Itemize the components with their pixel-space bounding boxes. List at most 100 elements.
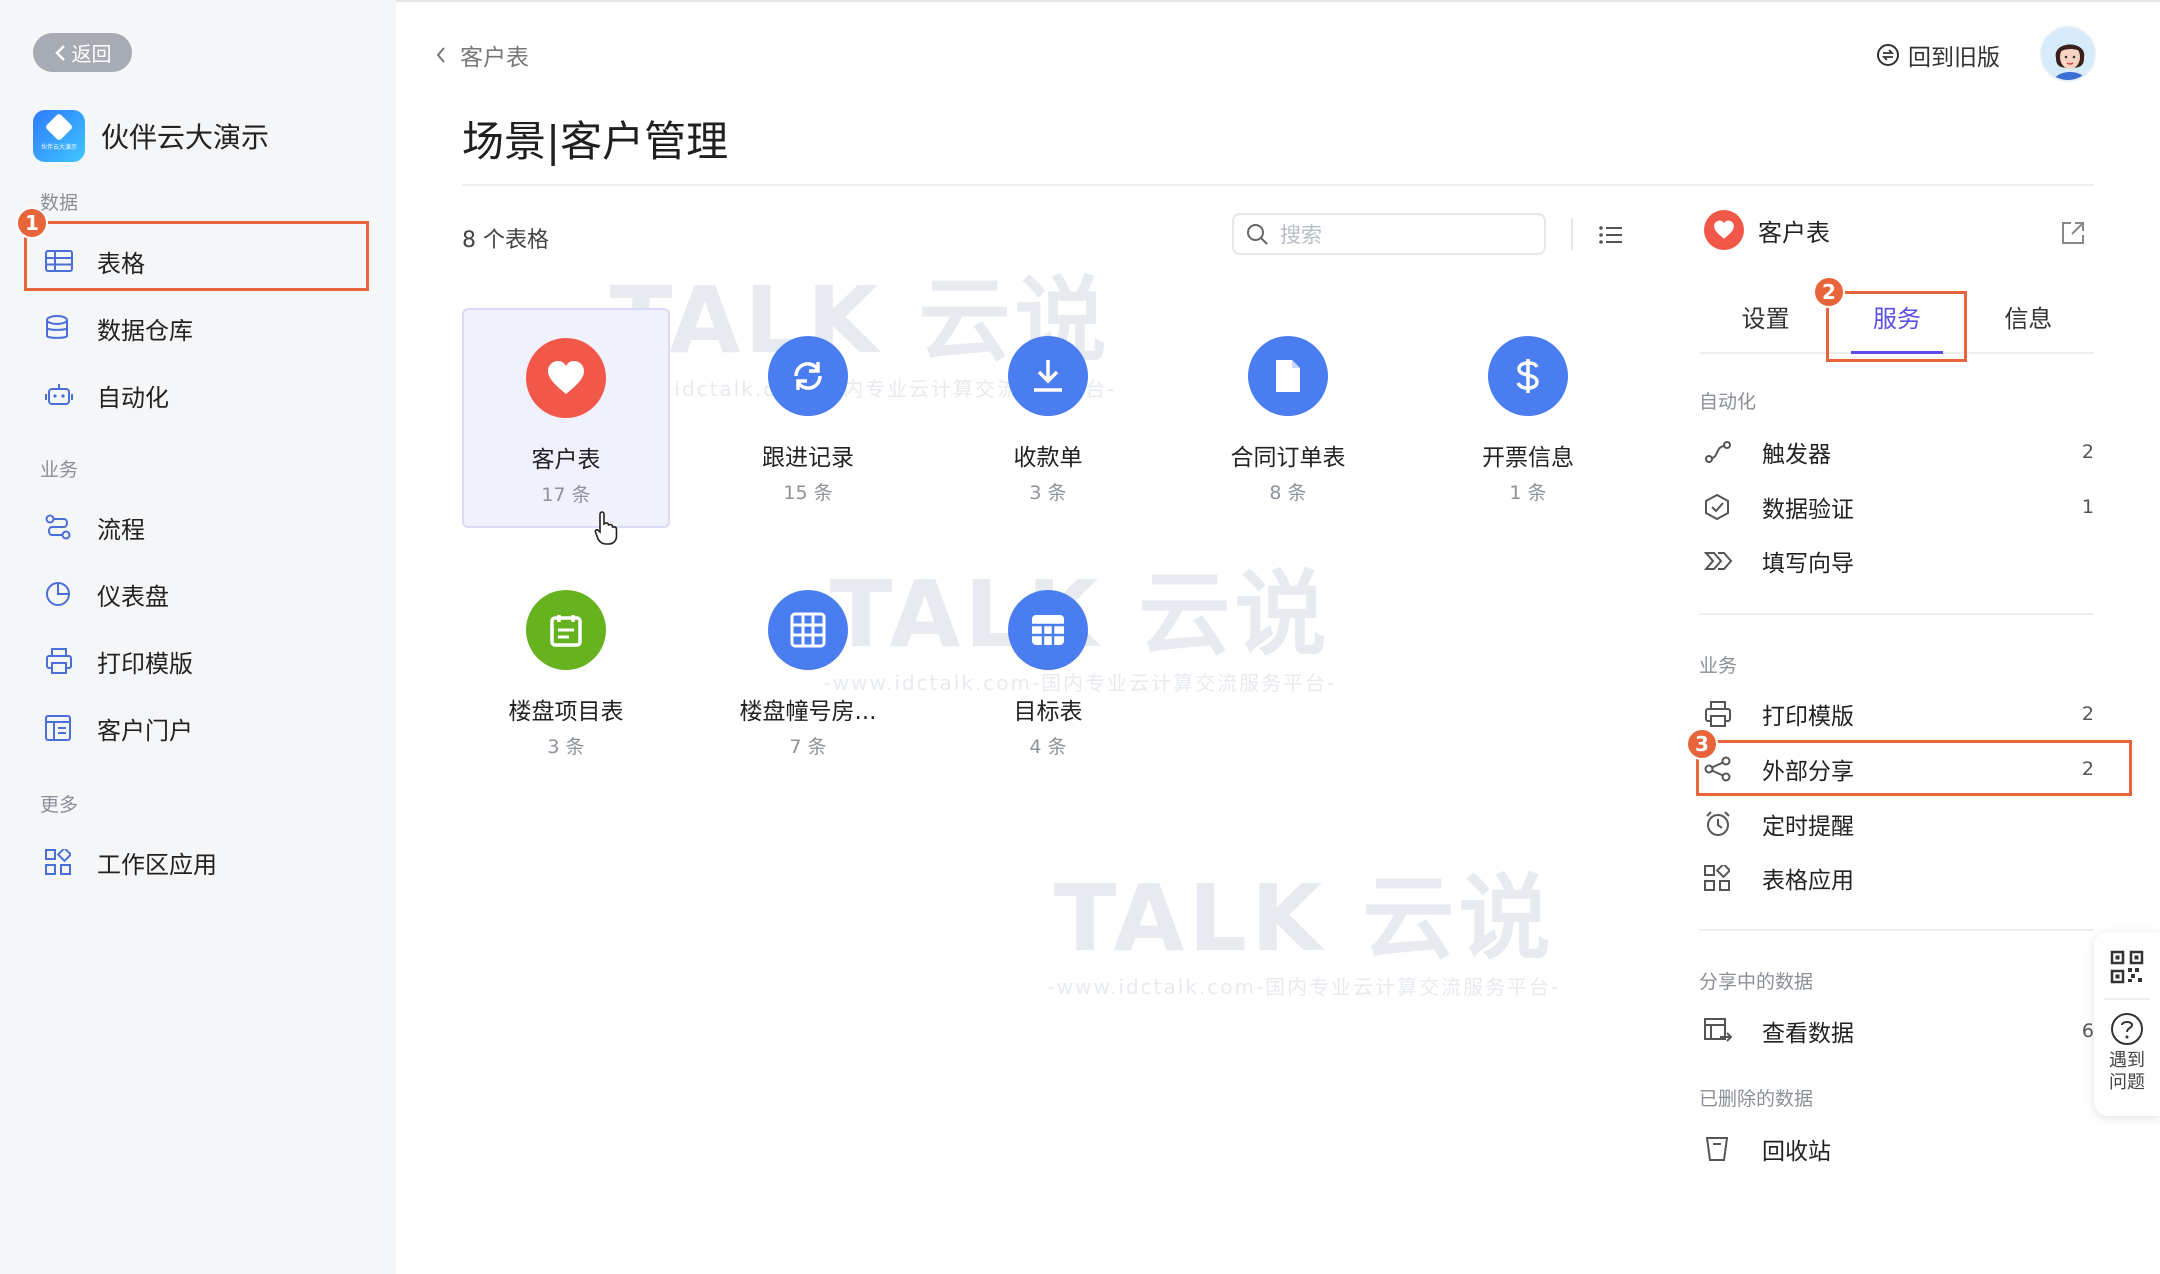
table-card-targets[interactable]: 目标表 4 条 [944,562,1152,782]
download-icon [1034,360,1062,392]
step-badge-3: 3 [1686,728,1718,760]
app-name: 伙伴云大演示 [101,121,270,154]
avatar-illustration [2042,28,2094,80]
sidebar-item-process[interactable]: 流程 [33,498,363,556]
search-input[interactable]: 搜索 [1232,213,1546,255]
sidebar-item-customer-portal[interactable]: 客户门户 [33,699,363,757]
flow-icon [33,498,85,556]
panel-item-count: 1 [2081,496,2094,518]
group-label-data: 数据 [40,192,79,214]
data-view-icon [1704,1018,1746,1044]
old-version-label: 回到旧版 [1908,45,2000,71]
card-count: 8 条 [1269,482,1307,504]
table-card-contracts[interactable]: 合同订单表 8 条 [1184,308,1392,528]
sidebar-item-dashboard[interactable]: 仪表盘 [33,565,363,623]
portal-icon [33,699,85,757]
panel-item-label: 回收站 [1762,1139,1831,1165]
panel-item-wizard[interactable]: 填写向导 [1704,539,2094,583]
chevron-left-icon [436,47,445,63]
card-icon-circle [768,590,848,670]
sidebar-item-label: 客户门户 [97,716,193,745]
sync-icon [794,362,822,390]
table-card-projects[interactable]: 楼盘项目表 3 条 [462,562,670,782]
sidebar-item-automation[interactable]: 自动化 [33,366,363,424]
card-count: 15 条 [783,482,833,504]
app-header[interactable]: 伙伴云大演示 伙伴云大演示 [33,108,269,164]
table-card-follow-up[interactable]: 跟进记录 15 条 [704,308,912,528]
sidebar-item-workspace-apps[interactable]: 工作区应用 [33,833,363,891]
grid-icon [790,612,826,648]
sidebar-item-label: 数据仓库 [97,316,193,345]
panel-item-label: 填写向导 [1762,551,1854,577]
shield-check-icon [1704,493,1746,521]
panel-item-recycle[interactable]: 回收站 [1704,1127,2094,1171]
list-view-icon[interactable] [1596,220,1626,250]
step-badge-1: 1 [16,207,48,239]
alarm-clock-icon [1704,810,1746,838]
floating-tool-rail: 遇到问题 [2094,932,2160,1116]
panel-item-trigger[interactable]: 触发器 2 [1704,430,2094,474]
qr-code-icon[interactable] [2110,950,2144,984]
sidebar-item-label: 流程 [97,515,145,544]
external-link-icon[interactable] [2060,220,2086,246]
sidebar-item-label: 自动化 [97,383,169,412]
rail-divider [2104,998,2150,1000]
card-count: 1 条 [1509,482,1547,504]
panel-item-reminder[interactable]: 定时提醒 [1704,802,2094,846]
back-label: 返回 [71,42,112,66]
sidebar: 返回 伙伴云大演示 伙伴云大演示 数据 表格 数据仓库 自动化 业务 流程 仪表… [0,0,396,1274]
apps-icon [1704,865,1746,891]
table-card-receipts[interactable]: 收款单 3 条 [944,308,1152,528]
sidebar-item-label: 工作区应用 [97,850,217,879]
heart-icon [1704,210,1744,250]
sidebar-item-print-template[interactable]: 打印模版 [33,632,363,690]
panel-item-count: 2 [2081,441,2094,463]
section-label-automation: 自动化 [1699,391,1757,413]
step-badge-2: 2 [1813,276,1845,308]
help-circle-icon[interactable] [2110,1012,2144,1046]
card-icon-circle [1008,590,1088,670]
sidebar-item-warehouse[interactable]: 数据仓库 [33,299,363,357]
panel-item-label: 表格应用 [1762,868,1854,894]
panel-item-validation[interactable]: 数据验证 1 [1704,485,2094,529]
panel-item-count: 2 [2081,703,2094,725]
search-placeholder: 搜索 [1280,223,1322,247]
sidebar-item-label: 仪表盘 [97,582,169,611]
double-chevron-icon [1704,551,1746,571]
card-count: 4 条 [1029,736,1067,758]
tab-info[interactable]: 信息 [1963,296,2094,352]
highlight-box-external-share [1696,740,2132,796]
panel-item-table-apps[interactable]: 表格应用 [1704,856,2094,900]
card-icon-circle [1248,336,1328,416]
table-card-invoice[interactable]: 开票信息 1 条 [1424,308,1632,528]
chevron-left-icon [54,44,65,61]
watermark: TALK 云说 -www.idctalk.com-国内专业云计算交流服务平台- [1047,865,1561,999]
panel-item-label: 打印模版 [1762,704,1854,730]
panel-item-label: 触发器 [1762,442,1831,468]
card-icon-circle [1008,336,1088,416]
table-card-buildings[interactable]: 楼盘幢号房... 7 条 [704,562,912,782]
card-name: 楼盘项目表 [508,699,624,725]
panel-item-print[interactable]: 打印模版 2 [1704,692,2094,736]
user-avatar[interactable] [2040,26,2096,82]
panel-item-count: 6 [2081,1020,2094,1042]
panel-divider [1699,929,2094,931]
page-title: 场景|客户管理 [462,117,729,166]
trash-bin-icon [1704,1135,1746,1163]
card-count: 17 条 [541,484,591,506]
table-card-customers[interactable]: 客户表 17 条 [462,308,670,528]
card-name: 跟进记录 [762,445,854,471]
tab-settings[interactable]: 设置 [1700,296,1831,352]
panel-title: 客户表 [1758,218,1830,247]
robot-icon [33,366,85,424]
old-version-button[interactable]: 回到旧版 [1876,38,2000,72]
help-label[interactable]: 遇到问题 [2107,1050,2147,1094]
back-button[interactable]: 返回 [33,33,132,72]
card-name: 目标表 [1013,699,1083,725]
app-logo: 伙伴云大演示 [33,110,85,162]
switch-icon [1877,44,1899,66]
toolbar-divider [1571,218,1573,250]
panel-item-view-data[interactable]: 查看数据 6 [1704,1009,2094,1053]
card-icon-circle [768,336,848,416]
breadcrumb[interactable]: 客户表 [436,38,529,72]
